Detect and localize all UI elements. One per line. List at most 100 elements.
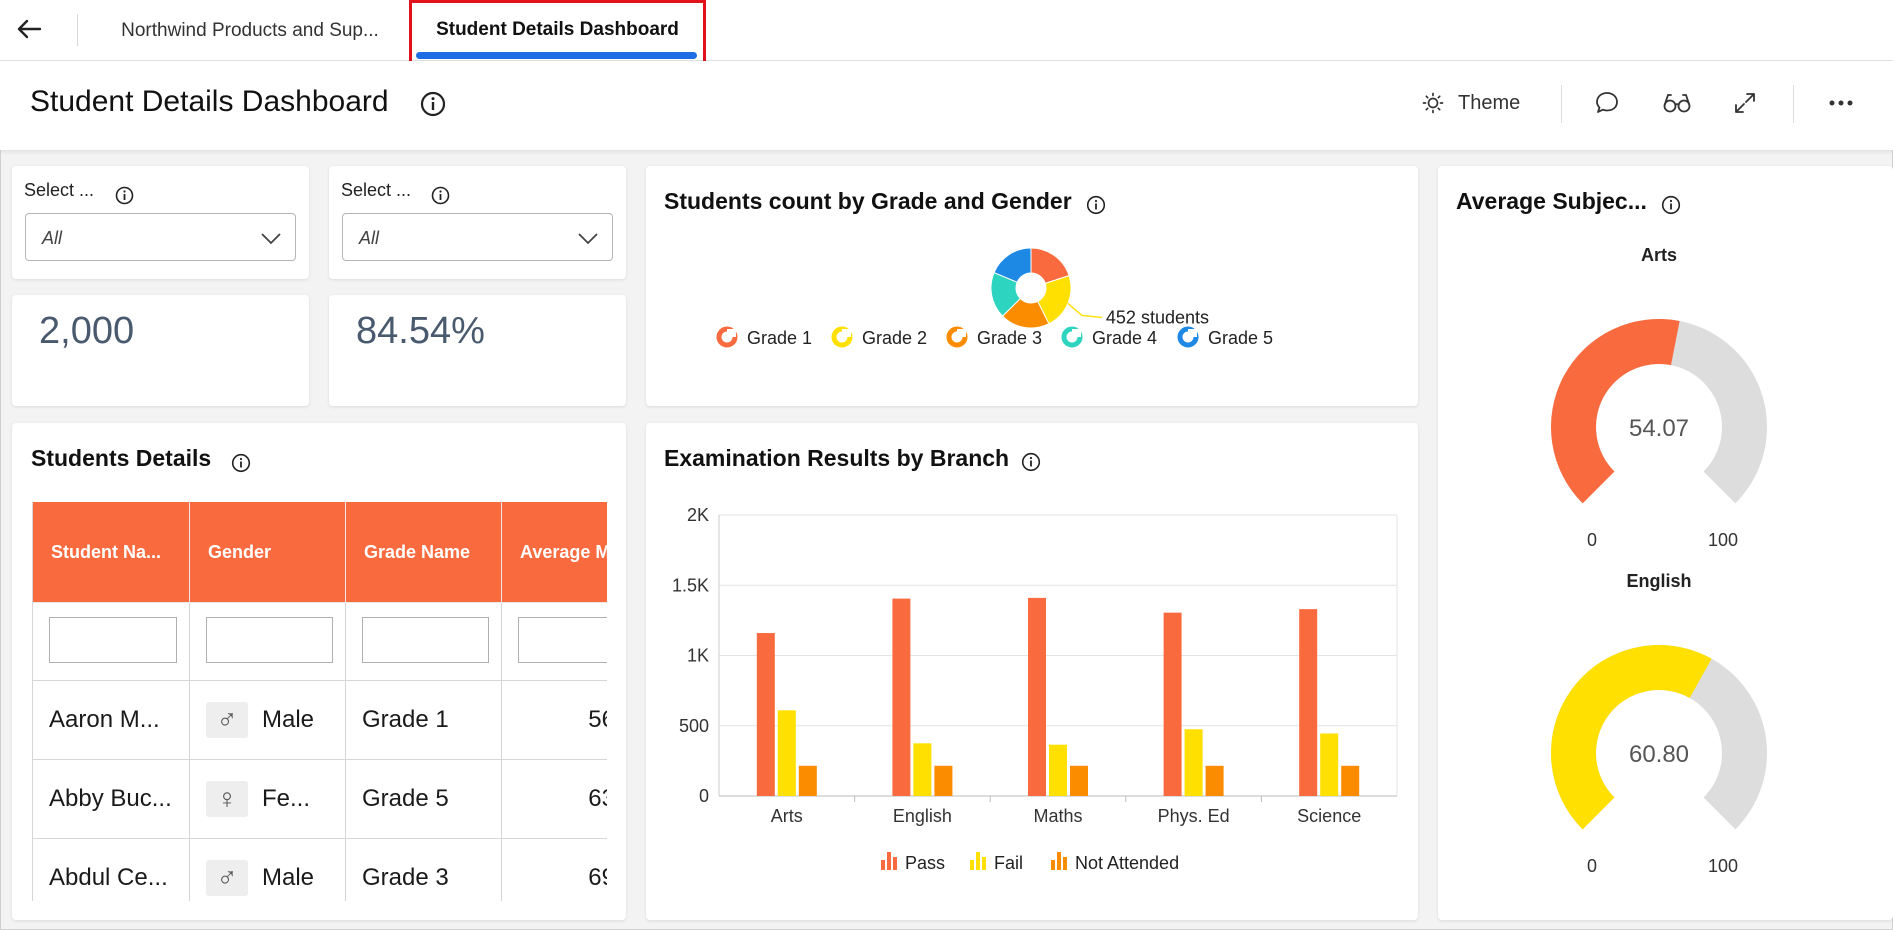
column-header-label: Grade Name: [364, 541, 471, 562]
filter-dropdown[interactable]: All: [25, 213, 296, 261]
bar[interactable]: [1070, 765, 1088, 796]
legend-label: Pass: [905, 853, 945, 873]
table-row[interactable]: Abby Buc... ♀ Fe... Grade 5 63: [33, 760, 607, 839]
page-title: Student Details Dashboard: [30, 85, 389, 118]
column-header-label: Student Na...: [51, 541, 162, 562]
info-icon[interactable]: [420, 91, 446, 122]
legend-label: Grade 1: [747, 328, 812, 348]
gauge-value-arc[interactable]: [1551, 319, 1680, 504]
legend-label: Not Attended: [1075, 853, 1179, 873]
bar[interactable]: [1163, 612, 1182, 796]
bar-chart: 0 500 1K 1.5K 2K Arts English Maths Phys. Ed Scie…: [672, 505, 1398, 873]
legend-item[interactable]: Fail: [970, 852, 1023, 873]
header-separator: [1793, 85, 1794, 123]
table-row[interactable]: Abdul Ce... ♂ Male Grade 3 69: [33, 839, 607, 901]
male-icon: ♂: [206, 702, 248, 738]
legend-icon-cutout: [727, 329, 736, 337]
info-icon[interactable]: [231, 453, 251, 478]
legend-icon-cutout: [1072, 329, 1081, 337]
y-tick-label: 0: [699, 786, 709, 806]
glasses-icon[interactable]: [1662, 87, 1692, 119]
grade-name: Grade 5: [362, 785, 449, 812]
donut-chart: 452 students Grade 1 Grade 2 Grade 3 Grade 4…: [716, 247, 1273, 348]
bar[interactable]: [934, 765, 953, 796]
expand-icon[interactable]: [1733, 87, 1757, 119]
dropdown-value: All: [42, 228, 63, 248]
bar[interactable]: [777, 710, 796, 796]
bar[interactable]: [1028, 597, 1046, 796]
theme-label: Theme: [1458, 91, 1521, 114]
legend-label: Grade 2: [862, 328, 927, 348]
filter-cell: [190, 603, 346, 681]
x-tick-label: Phys. Ed: [1158, 806, 1230, 826]
average-mark: 63: [588, 785, 607, 812]
table-cell: 69: [502, 839, 607, 901]
sun-icon: [1422, 92, 1444, 114]
average-mark: 56: [588, 706, 607, 733]
info-icon[interactable]: [431, 186, 450, 210]
info-icon[interactable]: [115, 186, 134, 210]
bar[interactable]: [1299, 609, 1318, 796]
bar[interactable]: [798, 765, 817, 796]
column-filter-input[interactable]: [518, 617, 607, 663]
gauge-value-arc[interactable]: [1550, 644, 1712, 830]
bar[interactable]: [756, 633, 775, 796]
legend-label: Grade 3: [977, 328, 1042, 348]
legend-bar-icon: [1063, 857, 1067, 870]
header-separator: [1561, 85, 1562, 123]
filter-dropdown[interactable]: All: [342, 213, 613, 261]
legend-item[interactable]: Grade 1: [716, 326, 812, 348]
gauge-min-label: 0: [1587, 530, 1597, 550]
theme-button[interactable]: Theme: [1422, 87, 1520, 119]
legend-bar-icon: [976, 852, 980, 870]
filter-card: Select ... All: [329, 166, 626, 279]
bar[interactable]: [892, 598, 911, 796]
column-header[interactable]: Grade Name: [346, 502, 502, 603]
column-header[interactable]: Student Na...: [33, 502, 190, 603]
data-label: 452 students: [1106, 307, 1209, 327]
gauge-value: 60.80: [1629, 741, 1689, 768]
kpi-card: 2,000: [12, 295, 309, 406]
bar[interactable]: [913, 743, 932, 796]
gender-label: Fe...: [262, 785, 311, 812]
legend-item[interactable]: Pass: [881, 852, 945, 873]
legend-bar-icon: [887, 852, 891, 870]
kpi-card: 84.54%: [329, 295, 626, 406]
legend-item[interactable]: Grade 2: [831, 326, 927, 348]
x-tick-label: Arts: [771, 806, 803, 826]
bar[interactable]: [1049, 744, 1067, 796]
comment-icon[interactable]: [1594, 87, 1620, 119]
legend-icon-cutout: [842, 329, 851, 337]
grade-name: Grade 1: [362, 706, 449, 733]
gauge-charts: Arts 54.07 0 100 English 60.80 0 100: [1550, 245, 1767, 876]
back-arrow-icon[interactable]: [14, 14, 44, 44]
legend-item[interactable]: Grade 3: [946, 326, 1042, 348]
column-header[interactable]: Gender: [190, 502, 346, 603]
tab-northwind[interactable]: Northwind Products and Sup...: [100, 0, 400, 61]
tab-separator: [77, 14, 78, 46]
table-row[interactable]: Aaron M... ♂ Male Grade 1 56: [33, 681, 607, 760]
column-filter-input[interactable]: [206, 617, 333, 663]
y-tick-label: 1.5K: [672, 575, 709, 595]
student-name: Abby Buc...: [49, 785, 172, 812]
legend-item[interactable]: Grade 4: [1061, 326, 1157, 348]
bar[interactable]: [1184, 729, 1203, 796]
legend-icon-cutout: [957, 329, 966, 337]
column-filter-input[interactable]: [362, 617, 489, 663]
female-icon: ♀: [206, 781, 248, 817]
filter-label: Select ...: [341, 180, 412, 200]
column-header[interactable]: Average M: [502, 502, 607, 603]
chevron-down-icon: [578, 233, 598, 245]
column-header-label: Average M: [520, 541, 607, 562]
x-tick-label: English: [893, 806, 952, 826]
average-mark: 69: [588, 864, 607, 891]
column-filter-input[interactable]: [49, 617, 177, 663]
legend-item[interactable]: Not Attended: [1051, 852, 1179, 873]
bar[interactable]: [1341, 765, 1360, 796]
legend-item[interactable]: Grade 5: [1177, 326, 1273, 348]
bar[interactable]: [1205, 765, 1224, 796]
bar[interactable]: [1320, 733, 1339, 796]
x-tick-label: Maths: [1033, 806, 1082, 826]
legend-bar-icon: [1057, 852, 1061, 870]
more-options-icon[interactable]: [1828, 87, 1854, 119]
